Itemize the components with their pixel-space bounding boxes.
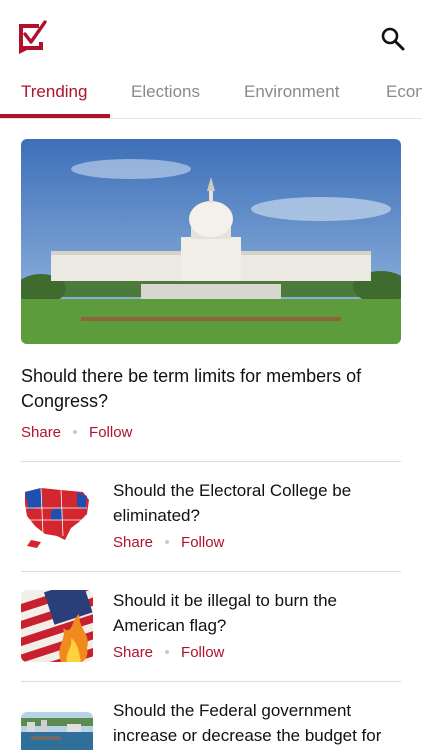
item-actions: Share Follow: [113, 644, 224, 661]
tab-economy[interactable]: Economy: [386, 82, 422, 102]
featured-image[interactable]: [21, 139, 401, 344]
featured-actions: Share Follow: [21, 424, 132, 441]
item-thumbnail[interactable]: [21, 590, 93, 662]
search-icon[interactable]: [380, 26, 406, 52]
checkbox-logo-icon[interactable]: [17, 20, 47, 54]
dot-separator: [73, 429, 78, 434]
item-thumbnail[interactable]: [21, 480, 93, 552]
dot-separator: [165, 649, 170, 654]
burning-flag-image: [21, 590, 93, 662]
item-actions: Share Follow: [113, 534, 224, 551]
category-tabs: Trending Elections Environment Economy: [0, 74, 422, 119]
divider: [21, 571, 401, 572]
follow-button[interactable]: Follow: [89, 424, 132, 441]
top-bar: [0, 0, 422, 72]
tab-elections[interactable]: Elections: [131, 82, 200, 102]
follow-button[interactable]: Follow: [181, 644, 224, 661]
share-button[interactable]: Share: [21, 424, 61, 441]
tab-trending[interactable]: Trending: [21, 82, 87, 102]
coastal-city-image: [21, 712, 93, 750]
item-title[interactable]: Should it be illegal to burn the America…: [113, 588, 403, 638]
divider: [21, 681, 401, 682]
dot-separator: [165, 539, 170, 544]
share-button[interactable]: Share: [113, 534, 153, 551]
featured-title[interactable]: Should there be term limits for members …: [21, 364, 401, 414]
tab-environment[interactable]: Environment: [244, 82, 339, 102]
follow-button[interactable]: Follow: [181, 534, 224, 551]
item-thumbnail[interactable]: [21, 712, 93, 750]
capitol-building-image: [21, 139, 401, 344]
item-title[interactable]: Should the Federal government increase o…: [113, 698, 403, 748]
item-title[interactable]: Should the Electoral College be eliminat…: [113, 478, 403, 528]
share-button[interactable]: Share: [113, 644, 153, 661]
electoral-map-image: [21, 480, 93, 552]
divider: [21, 461, 401, 462]
active-tab-indicator: [0, 114, 110, 118]
